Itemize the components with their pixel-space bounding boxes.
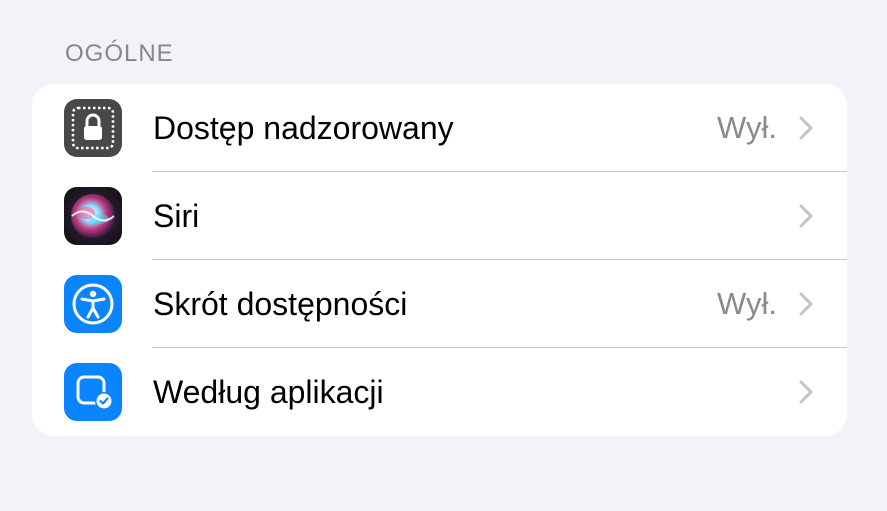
row-value: Wył. — [717, 110, 777, 145]
accessibility-icon — [64, 275, 122, 333]
row-label: Według aplikacji — [153, 374, 384, 410]
row-label: Skrót dostępności — [153, 286, 408, 322]
chevron-right-icon — [799, 292, 813, 316]
row-guided-access[interactable]: Dostęp nadzorowany Wył. — [32, 84, 847, 172]
row-accessibility-shortcut[interactable]: Skrót dostępności Wył. — [32, 260, 847, 348]
per-app-settings-icon — [64, 363, 122, 421]
settings-group: Dostęp nadzorowany Wył. Siri Skrót dostę… — [32, 84, 847, 436]
chevron-right-icon — [799, 116, 813, 140]
section-header: OGÓLNE — [65, 40, 174, 67]
row-value: Wył. — [717, 286, 777, 321]
row-siri[interactable]: Siri — [32, 172, 847, 260]
row-label: Siri — [153, 198, 200, 234]
siri-icon — [64, 187, 122, 245]
row-label: Dostęp nadzorowany — [153, 110, 454, 146]
chevron-right-icon — [799, 380, 813, 404]
row-per-app-settings[interactable]: Według aplikacji — [32, 348, 847, 436]
guided-access-lock-icon — [64, 99, 122, 157]
chevron-right-icon — [799, 204, 813, 228]
